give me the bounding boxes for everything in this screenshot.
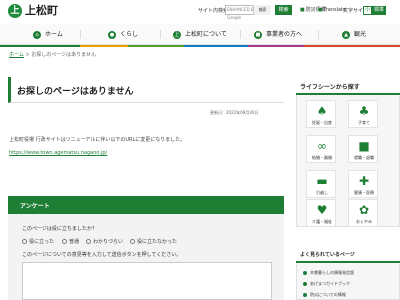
global-nav: ⌂ ホーム ● くらし 上上松町について ■ 事業者の方へ ▲ 観光 bbox=[0, 24, 400, 45]
care-icon: ♥ bbox=[316, 203, 328, 217]
survey-header: アンケート bbox=[8, 196, 284, 214]
bullet-icon bbox=[303, 282, 307, 286]
town-logo-icon[interactable]: 上 bbox=[8, 4, 22, 18]
town-icon: 上 bbox=[173, 30, 181, 39]
life-scene-marriage[interactable]: ∞ 結婚・離婚 bbox=[306, 135, 336, 163]
radio-confusing[interactable]: わかりづらい bbox=[86, 239, 123, 245]
life-scene-employment[interactable]: ■ 就職・退職 bbox=[348, 135, 378, 163]
notice-message: 上松町役場 行政サイトはリニューアルに伴い以下のURLに変更になりました。 bbox=[9, 137, 186, 143]
breadcrumb-home-link[interactable]: ホーム bbox=[9, 52, 24, 58]
google-search-button[interactable]: 検索 bbox=[253, 5, 271, 15]
search-submit-button[interactable]: 検索 bbox=[275, 5, 292, 15]
globe-icon: ● bbox=[318, 7, 323, 13]
font-size-small-button[interactable]: 小 bbox=[363, 6, 372, 15]
truck-icon: ▬ bbox=[316, 174, 328, 188]
popular-pages-header: よく見られているページ bbox=[296, 246, 400, 263]
stroller-icon: ♠ bbox=[316, 104, 328, 118]
nav-life[interactable]: ● くらし bbox=[108, 24, 138, 45]
popular-page-link[interactable]: あげまつガイドブック bbox=[303, 281, 350, 287]
life-scene-header: ライフシーンから探す bbox=[296, 77, 400, 95]
nav-divider bbox=[318, 30, 319, 39]
nav-divider bbox=[240, 30, 241, 39]
suitcase-icon: ■ bbox=[358, 139, 370, 153]
alert-icon: ■ bbox=[300, 7, 305, 13]
bullet-icon bbox=[303, 271, 307, 275]
life-scene-condolence[interactable]: ✿ おくやみ bbox=[348, 199, 378, 227]
radio-icon bbox=[86, 239, 91, 244]
life-scene-moving[interactable]: ▬ 引越し bbox=[306, 170, 336, 198]
radio-helpful[interactable]: 役に立った bbox=[22, 239, 54, 245]
survey-title: アンケート bbox=[20, 203, 50, 210]
nav-business[interactable]: ■ 事業者の方へ bbox=[254, 24, 302, 45]
bullet-icon bbox=[303, 293, 307, 297]
survey-question-helpful: このページは役に立ちましたか？ bbox=[22, 226, 97, 232]
life-scene-welfare[interactable]: ♥ 介護・福祉 bbox=[306, 199, 336, 227]
home-icon: ⌂ bbox=[33, 30, 41, 39]
nav-about-town[interactable]: 上上松町について bbox=[173, 24, 227, 45]
popular-page-link[interactable]: 防災についての情報 bbox=[303, 292, 346, 298]
radio-icon bbox=[62, 239, 67, 244]
life-scene-health[interactable]: ✚ 健康・医療 bbox=[348, 170, 378, 198]
new-site-link[interactable]: https://www.town.agematsu.nagano.jp/ bbox=[9, 150, 107, 156]
search-label: サイト内検索 bbox=[198, 8, 229, 14]
nav-color-bar bbox=[0, 45, 400, 47]
life-scene-title: ライフシーンから探す bbox=[300, 84, 360, 91]
page-title-box: お探しのページはありません bbox=[8, 77, 284, 103]
rings-icon: ∞ bbox=[317, 139, 327, 153]
site-header: 上 上松町 サイト内検索 ENHANCED BY Google 検索 検索 ■防… bbox=[0, 0, 400, 24]
parent-child-icon: ♣ bbox=[358, 104, 370, 118]
popular-page-link[interactable]: 木曽暮らしの情報発信版 bbox=[303, 270, 354, 276]
page-title: お探しのページはありません bbox=[17, 87, 134, 97]
updated-date: 更新日：2022年09月30日 bbox=[210, 110, 259, 115]
nav-home[interactable]: ⌂ ホーム bbox=[33, 24, 63, 45]
radio-not-helpful[interactable]: 役に立たなかった bbox=[130, 239, 177, 245]
survey-question-comment: このページについての意見等を入力して送信ボタンを押してください。 bbox=[22, 252, 182, 258]
nav-divider bbox=[160, 30, 161, 39]
radio-normal[interactable]: 普通 bbox=[62, 239, 79, 245]
life-scene-pregnancy[interactable]: ♠ 妊娠・出産 bbox=[306, 100, 336, 128]
life-scene-childcare[interactable]: ♣ 子育て bbox=[348, 100, 378, 128]
nav-tourism[interactable]: ▲ 観光 bbox=[342, 24, 366, 45]
font-size-standard-button[interactable]: 標準 bbox=[372, 6, 386, 15]
radio-icon bbox=[130, 239, 135, 244]
medical-icon: ✚ bbox=[358, 174, 370, 188]
breadcrumb: ホーム > お探しのページはありません bbox=[9, 52, 96, 58]
translate-link[interactable]: ●Translate bbox=[318, 6, 346, 14]
breadcrumb-current: お探しのページはありません bbox=[31, 52, 96, 58]
radio-icon bbox=[22, 239, 27, 244]
popular-pages-title: よく見られているページ bbox=[300, 252, 355, 258]
site-name[interactable]: 上松町 bbox=[25, 4, 58, 18]
business-icon: ■ bbox=[254, 30, 262, 39]
comment-textarea[interactable] bbox=[22, 262, 272, 300]
life-icon: ● bbox=[108, 30, 116, 39]
flower-icon: ✿ bbox=[358, 203, 370, 217]
tourism-icon: ▲ bbox=[342, 30, 350, 39]
nav-divider bbox=[80, 30, 81, 39]
